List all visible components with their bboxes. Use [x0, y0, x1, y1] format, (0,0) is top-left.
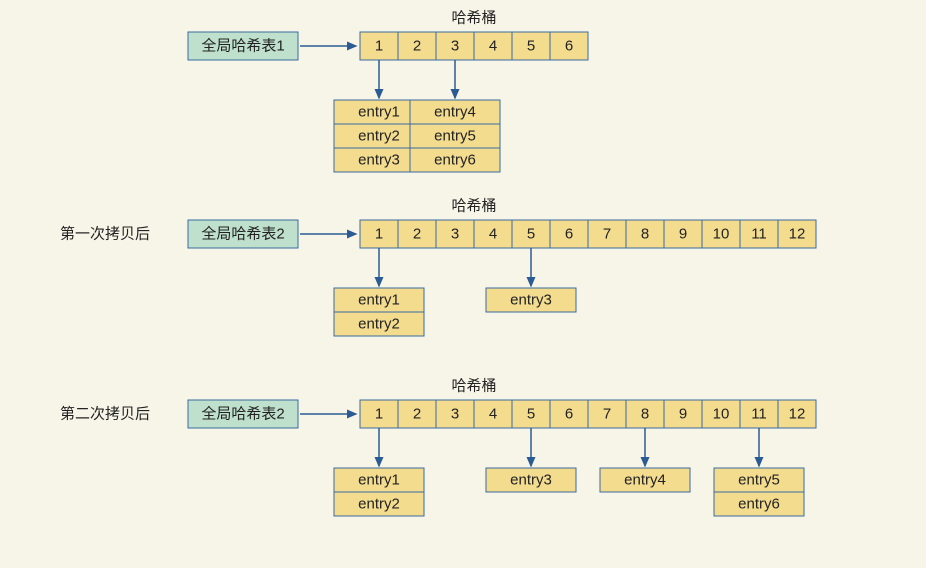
entry-label: entry1: [358, 292, 400, 309]
hash-table-label: 全局哈希表2: [201, 405, 284, 423]
entry-label: entry1: [358, 472, 400, 489]
entry-label: entry3: [358, 152, 400, 169]
bucket-number: 12: [789, 226, 806, 243]
section-sec2: 哈希桶第一次拷贝后全局哈希表2123456789101112entry1entr…: [60, 198, 816, 337]
entry-label: entry2: [358, 128, 400, 145]
section-prefix: 第二次拷贝后: [60, 405, 150, 423]
bucket-number: 5: [527, 406, 535, 423]
bucket-number: 4: [489, 38, 497, 55]
bucket-number: 2: [413, 38, 421, 55]
bucket-number: 6: [565, 406, 573, 423]
entry-label: entry4: [434, 104, 476, 121]
bucket-number: 1: [375, 406, 383, 423]
hash-table-rehash-diagram: 哈希桶全局哈希表1123456entry1entry2entry3entry4e…: [0, 0, 926, 568]
entry-label: entry3: [510, 472, 552, 489]
entry-label: entry6: [434, 152, 476, 169]
bucket-number: 3: [451, 406, 459, 423]
section-sec1: 哈希桶全局哈希表1 1 2 3 4 5 6 entry1 entry2 entry3 entry4 e…: [188, 10, 588, 173]
bucket-number: 4: [489, 226, 497, 243]
bucket-number: 6: [565, 226, 573, 243]
bucket-header: 哈希桶: [451, 198, 496, 215]
bucket-number: 4: [489, 406, 497, 423]
entry-label: entry2: [358, 316, 400, 333]
bucket-number: 11: [751, 406, 767, 423]
bucket-number: 1: [375, 226, 383, 243]
bucket-header: 哈希桶: [451, 10, 496, 27]
bucket-number: 2: [413, 406, 421, 423]
bucket-number: 7: [603, 406, 611, 423]
bucket-number: 9: [679, 226, 687, 243]
section-prefix: 第一次拷贝后: [60, 225, 150, 243]
bucket-number: 10: [713, 406, 730, 423]
entry-label: entry5: [738, 472, 780, 489]
bucket-number: 6: [565, 38, 573, 55]
bucket-number: 10: [713, 226, 730, 243]
entry-label: entry2: [358, 496, 400, 513]
bucket-number: 11: [751, 226, 767, 243]
bucket-number: 8: [641, 406, 649, 423]
bucket-number: 3: [451, 226, 459, 243]
bucket-number: 7: [603, 226, 611, 243]
section-sec3: 哈希桶第二次拷贝后全局哈希表2123456789101112entry1entr…: [60, 378, 816, 517]
bucket-number: 5: [527, 226, 535, 243]
bucket-number: 1: [375, 38, 383, 55]
bucket-number: 8: [641, 226, 649, 243]
entry-label: entry6: [738, 496, 780, 513]
bucket-header: 哈希桶: [451, 378, 496, 395]
bucket-number: 5: [527, 38, 535, 55]
entry-label: entry4: [624, 472, 666, 489]
bucket-number: 2: [413, 226, 421, 243]
bucket-number: 3: [451, 38, 459, 55]
hash-table-label: 全局哈希表1: [201, 37, 284, 55]
entry-label: entry1: [358, 104, 400, 121]
bucket-number: 9: [679, 406, 687, 423]
bucket-number: 12: [789, 406, 806, 423]
hash-table-label: 全局哈希表2: [201, 225, 284, 243]
entry-label: entry5: [434, 128, 476, 145]
entry-label: entry3: [510, 292, 552, 309]
